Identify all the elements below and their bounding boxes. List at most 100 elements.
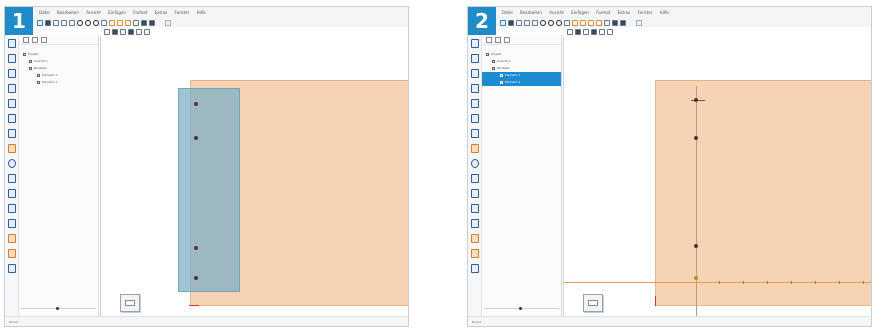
- menu-item-format[interactable]: Format: [596, 10, 610, 15]
- tree-tab-structure[interactable]: [23, 37, 29, 43]
- redo-icon[interactable]: [69, 19, 75, 26]
- undo-icon[interactable]: [524, 19, 530, 26]
- view-select[interactable]: [165, 19, 171, 26]
- measure-icon[interactable]: [470, 114, 479, 123]
- scroll-knob[interactable]: [519, 307, 522, 310]
- anchor-point[interactable]: [194, 246, 198, 250]
- line-tool-icon[interactable]: [101, 19, 107, 26]
- redo-icon[interactable]: [532, 19, 538, 26]
- view-cube[interactable]: [583, 294, 603, 312]
- snap-icon[interactable]: [604, 19, 610, 26]
- menu-item-bearbeiten[interactable]: Bearbeiten: [520, 10, 542, 15]
- grid-icon[interactable]: [575, 28, 581, 35]
- pencil-icon[interactable]: [470, 99, 479, 108]
- rectangle-icon[interactable]: [470, 174, 479, 183]
- render-icon[interactable]: [591, 28, 597, 35]
- stairs-icon[interactable]: [7, 219, 16, 228]
- menu-item-fenster[interactable]: Fenster: [638, 10, 653, 15]
- save-icon[interactable]: [516, 19, 522, 26]
- view-icon[interactable]: [567, 28, 573, 35]
- open-icon[interactable]: [508, 19, 514, 26]
- save-icon[interactable]: [53, 19, 59, 26]
- menu-item-einfuegen[interactable]: Einfügen: [108, 10, 126, 15]
- snap-icon[interactable]: [133, 19, 139, 26]
- base-plate[interactable]: [655, 80, 871, 306]
- zoom-icon[interactable]: [612, 19, 618, 26]
- tree-item[interactable]: Ansicht 1: [482, 58, 561, 65]
- tree-item[interactable]: Ansicht 1: [19, 58, 98, 65]
- new-file-icon[interactable]: [500, 19, 506, 26]
- view-cube-face[interactable]: [588, 300, 598, 306]
- settings-icon[interactable]: [144, 28, 150, 35]
- splitter[interactable]: [100, 36, 101, 316]
- circle-tool-icon[interactable]: [85, 19, 91, 26]
- settings-icon[interactable]: [607, 28, 613, 35]
- layer-icon[interactable]: [583, 28, 589, 35]
- move-icon[interactable]: [470, 54, 479, 63]
- menu-item-datei[interactable]: Datei: [502, 10, 513, 15]
- draw-tool-icon[interactable]: [572, 19, 578, 26]
- cut-icon[interactable]: [7, 144, 16, 153]
- paint-icon[interactable]: [470, 234, 479, 243]
- measure-icon[interactable]: [7, 114, 16, 123]
- drawing-canvas[interactable]: [100, 36, 408, 316]
- circle-tool-icon[interactable]: [556, 19, 562, 26]
- scale-icon[interactable]: [470, 84, 479, 93]
- paint-icon[interactable]: [7, 234, 16, 243]
- draw-tool-icon[interactable]: [588, 19, 594, 26]
- plate-icon[interactable]: [470, 249, 479, 258]
- tree-item-selected[interactable]: Element 1: [482, 72, 561, 79]
- beam-icon[interactable]: [7, 129, 16, 138]
- select-icon[interactable]: [7, 39, 16, 48]
- view-select[interactable]: [636, 19, 642, 26]
- drawing-canvas[interactable]: [563, 36, 871, 316]
- tree-item[interactable]: Bauteile: [482, 65, 561, 72]
- rotate-icon[interactable]: [7, 69, 16, 78]
- tree-scrollbar[interactable]: [484, 307, 559, 312]
- tree-item[interactable]: Projekt: [19, 51, 98, 58]
- anchor-point[interactable]: [194, 102, 198, 106]
- pencil-icon[interactable]: [7, 99, 16, 108]
- menu-item-datei[interactable]: Datei: [39, 10, 50, 15]
- tree-tab-layers[interactable]: [495, 37, 501, 43]
- open-icon[interactable]: [45, 19, 51, 26]
- menu-item-fenster[interactable]: Fenster: [175, 10, 190, 15]
- draw-tool-icon[interactable]: [125, 19, 131, 26]
- menu-item-einfuegen[interactable]: Einfügen: [571, 10, 589, 15]
- select-icon[interactable]: [620, 19, 626, 26]
- circle-tool-icon[interactable]: [7, 159, 16, 168]
- tree-tab-layers[interactable]: [32, 37, 38, 43]
- menu-item-ansicht[interactable]: Ansicht: [549, 10, 564, 15]
- plate-icon[interactable]: [7, 249, 16, 258]
- menu-item-extras[interactable]: Extras: [155, 10, 168, 15]
- scroll-knob[interactable]: [56, 307, 59, 310]
- beam-icon[interactable]: [470, 129, 479, 138]
- line-tool-icon[interactable]: [564, 19, 570, 26]
- select-icon[interactable]: [149, 19, 155, 26]
- copy-icon[interactable]: [7, 189, 16, 198]
- circle-tool-icon[interactable]: [548, 19, 554, 26]
- rotate-icon[interactable]: [470, 69, 479, 78]
- copy-icon[interactable]: [470, 189, 479, 198]
- view-icon[interactable]: [104, 28, 110, 35]
- tree-scrollbar[interactable]: [21, 307, 96, 312]
- scale-icon[interactable]: [7, 84, 16, 93]
- menu-item-hilfe[interactable]: Hilfe: [660, 10, 669, 15]
- anchor-point[interactable]: [694, 98, 698, 102]
- stairs-icon[interactable]: [470, 219, 479, 228]
- tree-item[interactable]: Element 1: [19, 72, 98, 79]
- menu-item-ansicht[interactable]: Ansicht: [86, 10, 101, 15]
- tree-item-selected[interactable]: Element 2: [482, 79, 561, 86]
- tools-icon[interactable]: [470, 264, 479, 273]
- draw-tool-icon[interactable]: [596, 19, 602, 26]
- rectangle-icon[interactable]: [7, 174, 16, 183]
- circle-tool-icon[interactable]: [77, 19, 83, 26]
- zoom-icon[interactable]: [141, 19, 147, 26]
- menu-item-hilfe[interactable]: Hilfe: [197, 10, 206, 15]
- grid-icon[interactable]: [112, 28, 118, 35]
- circle-tool-icon[interactable]: [93, 19, 99, 26]
- select-icon[interactable]: [470, 39, 479, 48]
- tools-icon[interactable]: [7, 264, 16, 273]
- anchor-icon[interactable]: [470, 204, 479, 213]
- circle-tool-icon[interactable]: [470, 159, 479, 168]
